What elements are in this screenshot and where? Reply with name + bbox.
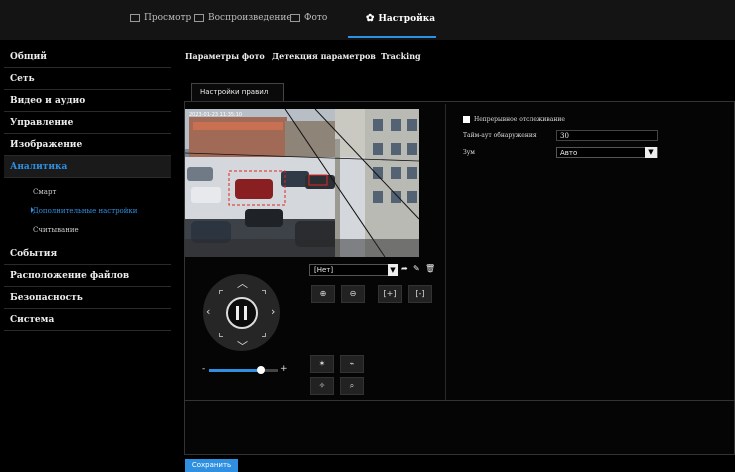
nav-playback-label: Воспроизведение	[208, 13, 292, 23]
zoom-label: Зум	[463, 149, 475, 156]
nav-active-indicator	[348, 36, 436, 38]
sidebar-subitem-advanced[interactable]: Дополнительные настройки	[33, 207, 137, 215]
gear-icon: ✿	[366, 13, 375, 24]
continuous-tracking-checkbox[interactable]	[463, 116, 470, 123]
pause-icon-bar	[244, 306, 247, 320]
light-icon: ✧	[318, 381, 326, 390]
panel-divider	[445, 104, 446, 400]
film-icon	[194, 14, 204, 22]
pause-icon	[236, 306, 239, 320]
ptz-left-icon[interactable]: ‹	[206, 305, 210, 318]
sidebar-item-file-location[interactable]: Расположение файлов	[4, 265, 171, 287]
chevron-down-icon[interactable]: ▼	[388, 264, 398, 276]
preset-select[interactable]: [Нет]	[309, 264, 398, 276]
ptz-right-icon[interactable]: ›	[271, 305, 275, 318]
continuous-tracking-label: Непрерывное отслеживание	[474, 116, 565, 123]
sidebar-item-image[interactable]: Изображение	[4, 134, 171, 156]
image-icon	[290, 14, 300, 22]
zoom-in-button[interactable]: ⊕	[311, 285, 335, 303]
nav-playback[interactable]: Воспроизведение	[194, 13, 292, 23]
camera-video-preview[interactable]: 2023-01-23 11:35:10	[185, 109, 419, 257]
focus-far-icon: [-]	[415, 289, 425, 298]
sidebar-item-general[interactable]: Общий	[4, 46, 171, 68]
ptz-speed-slider-fill	[209, 369, 261, 372]
nav-live-view[interactable]: Просмотр	[130, 13, 191, 23]
save-button[interactable]: Сохранить	[185, 459, 238, 472]
camera-scene-image: 2023-01-23 11:35:10	[185, 109, 419, 257]
edit-pencil-icon[interactable]: ✎	[413, 264, 422, 275]
speed-minus-label: -	[202, 364, 206, 374]
tab-param-detection[interactable]: Детекция параметров	[272, 51, 376, 61]
ptz-up-right-icon[interactable]	[262, 290, 266, 294]
speed-plus-label: +	[280, 364, 288, 374]
sidebar-subitem-counting[interactable]: Считывание	[33, 226, 79, 234]
zoom-out-icon: ⊖	[349, 289, 357, 298]
tab-rule-settings[interactable]: Настройки правил	[191, 83, 284, 101]
tab-tracking[interactable]: Tracking	[381, 51, 421, 61]
nav-settings[interactable]: ✿ Настройка	[366, 13, 435, 24]
sidebar-item-system[interactable]: Система	[4, 309, 171, 331]
iris-open-icon: ✶	[318, 359, 326, 368]
ptz-speed-slider-handle[interactable]	[256, 366, 265, 374]
ptz-up-icon[interactable]: ︿	[237, 275, 248, 291]
tab-photo-params[interactable]: Параметры фото	[185, 51, 265, 61]
nav-settings-label: Настройка	[378, 13, 436, 24]
ptz-down-icon[interactable]: ﹀	[237, 338, 248, 354]
sidebar-subitem-smart[interactable]: Смарт	[33, 188, 56, 196]
nav-live-label: Просмотр	[144, 13, 192, 23]
nav-photo-label: Фото	[304, 13, 328, 23]
ptz-pause-button[interactable]	[226, 297, 258, 329]
trash-icon[interactable]: 🗑	[425, 264, 435, 275]
iris-open-button[interactable]: ✶	[310, 355, 334, 373]
focus-far-button[interactable]: [-]	[408, 285, 432, 303]
zoom-in-icon: ⊕	[319, 289, 327, 298]
ptz-down-right-icon[interactable]	[262, 333, 266, 337]
ptz-down-left-icon[interactable]	[219, 333, 223, 337]
wiper-once-icon: ⌕	[349, 381, 355, 390]
sidebar-item-management[interactable]: Управление	[4, 112, 171, 134]
panel-bottom-divider	[184, 400, 735, 401]
sidebar-item-video-audio[interactable]: Видео и аудио	[4, 90, 171, 112]
zoom-out-button[interactable]: ⊖	[341, 285, 365, 303]
detection-timeout-label: Тайм-аут обнаружения	[463, 132, 537, 139]
sidebar-item-network[interactable]: Сеть	[4, 68, 171, 90]
focus-near-icon: [+]	[383, 289, 397, 298]
sidebar-item-events[interactable]: События	[4, 243, 171, 265]
wiper-icon: ⌁	[349, 359, 355, 368]
focus-near-button[interactable]: [+]	[378, 285, 402, 303]
light-button[interactable]: ✧	[310, 377, 334, 395]
zoom-select[interactable]: Авто	[556, 147, 658, 158]
ptz-up-left-icon[interactable]	[219, 290, 223, 294]
wiper-button[interactable]: ⌁	[340, 355, 364, 373]
nav-photo[interactable]: Фото	[290, 13, 327, 23]
wiper-once-button[interactable]: ⌕	[340, 377, 364, 395]
video-timestamp-overlay: 2023-01-23 11:35:10	[189, 112, 242, 118]
sidebar-item-analytics[interactable]: Аналитика	[4, 156, 171, 178]
sidebar-item-security[interactable]: Безопасность	[4, 287, 171, 309]
goto-preset-icon[interactable]: ➦	[401, 264, 410, 275]
monitor-icon	[130, 14, 140, 22]
chevron-down-icon[interactable]: ▼	[645, 147, 657, 158]
detection-timeout-input[interactable]: 30	[556, 130, 658, 141]
